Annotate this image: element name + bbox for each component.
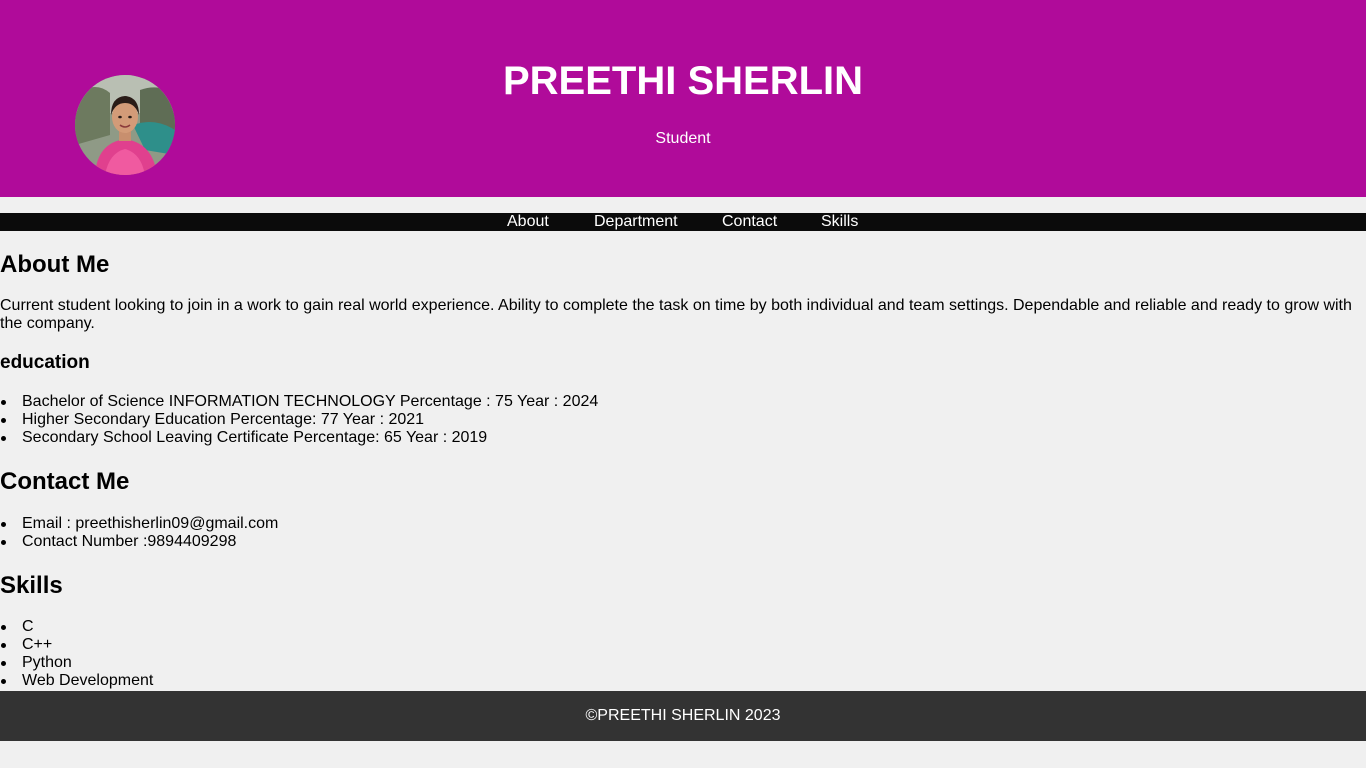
contact-heading: Contact Me [0, 468, 130, 495]
nav-link-skills[interactable]: Skills [821, 213, 858, 231]
education-item: Bachelor of Science INFORMATION TECHNOLO… [0, 393, 598, 411]
about-text: Current student looking to join in a wor… [0, 297, 1352, 332]
contact-list: Email : preethisherlin09@gmail.com Conta… [0, 515, 278, 551]
page-subtitle: Student [655, 130, 711, 147]
education-list: Bachelor of Science INFORMATION TECHNOLO… [0, 393, 598, 447]
footer-text: ©PREETHI SHERLIN 2023 [585, 707, 781, 724]
education-item: Secondary School Leaving Certificate Per… [0, 429, 598, 447]
skills-list: C C++ Python Web Development [0, 618, 153, 690]
about-heading: About Me [0, 251, 110, 278]
skill-item: Python [0, 654, 153, 672]
nav-link-about[interactable]: About [507, 213, 549, 231]
skill-item: C++ [0, 636, 153, 654]
nav-link-contact[interactable]: Contact [722, 213, 777, 231]
nav-bar: About Department Contact Skills [0, 213, 1366, 231]
contact-item-email: Email : preethisherlin09@gmail.com [0, 515, 278, 533]
education-item: Higher Secondary Education Percentage: 7… [0, 411, 598, 429]
site-footer: ©PREETHI SHERLIN 2023 [0, 691, 1366, 741]
nav-link-department[interactable]: Department [594, 213, 678, 231]
skill-item: C [0, 618, 153, 636]
page-title: PREETHI SHERLIN [502, 59, 864, 103]
skills-heading: Skills [0, 572, 63, 599]
education-heading: education [0, 352, 90, 373]
contact-item-phone: Contact Number :9894409298 [0, 533, 278, 551]
skill-item: Web Development [0, 672, 153, 690]
site-header: PREETHI SHERLIN Student [0, 0, 1366, 197]
